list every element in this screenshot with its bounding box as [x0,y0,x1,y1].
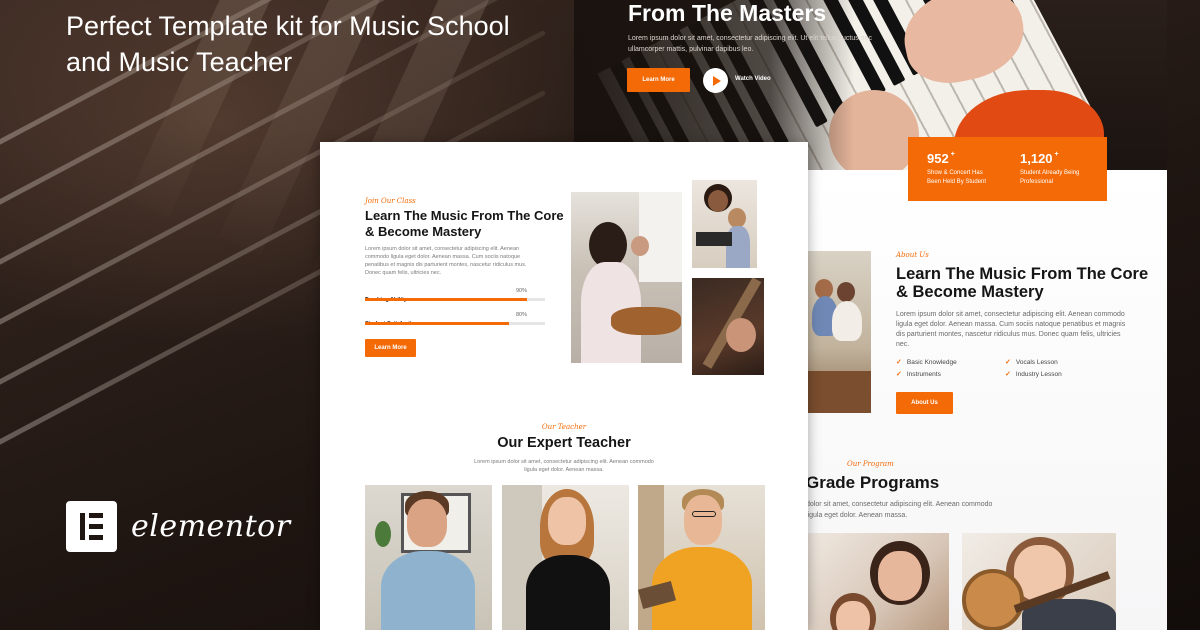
join-learn-more-button[interactable]: Learn More [365,339,416,357]
guitar-closeup-image [692,278,764,375]
feature-item: ✓ Industry Lesson [1005,370,1062,379]
program-title: Grade Programs [806,473,940,492]
program-description: dolor sit amet, consectetur adipiscing e… [806,501,993,519]
hero-learn-more-button[interactable]: Learn More [627,68,690,92]
watch-video-link[interactable]: Watch Video [735,76,771,82]
program-tag: Our Program [847,460,894,468]
join-description: Lorem ipsum dolor sit amet, consectetur … [365,246,527,276]
teacher-card[interactable] [638,485,765,630]
hero-title: From The Masters [628,0,827,26]
join-class-page-preview: Join Our Class Learn The Music From The … [320,142,808,630]
teachers-tag: Our Teacher [541,423,587,431]
students-image [808,251,871,413]
teachers-title: Our Expert Teacher [497,435,631,451]
hero-description: Lorem ipsum dolor sit amet, consectetur … [628,35,872,53]
check-icon: ✓ [1005,359,1011,366]
skill-bar: Teaching Ability 90% [365,288,545,306]
about-description: Lorem ipsum dolor sit amet, consectetur … [896,311,1126,348]
promo-headline: Perfect Template kit for Music School an… [66,11,510,77]
join-title: Learn The Music From The Core & Become M… [365,208,564,239]
elementor-logo-icon [66,501,117,552]
about-us-button[interactable]: About Us [896,392,953,414]
play-icon[interactable] [703,68,728,93]
feature-item: ✓ Basic Knowledge [896,358,957,367]
check-icon: ✓ [896,359,902,366]
check-icon: ✓ [1005,371,1011,378]
skill-bar-fill [365,322,509,325]
program-image-singing [808,533,949,630]
feature-item: ✓ Instruments [896,370,941,379]
join-tag: Join Our Class [365,197,416,205]
piano-lesson-image [692,180,757,268]
teacher-card[interactable] [502,485,629,630]
skill-bar-fill [365,298,527,301]
check-icon: ✓ [896,371,902,378]
elementor-brand: elementor [66,501,291,552]
teachers-description: Lorem ipsum dolor sit amet, consectetur … [474,459,654,473]
brand-name: elementor [131,509,291,544]
about-title: Learn The Music From The Core & Become M… [896,265,1149,301]
stats-card: 952 + Show & Concert Has Been Held By Stu… [908,137,1107,201]
stat-item: 952 + Show & Concert Has Been Held By Stu… [927,151,987,185]
program-image-guitar [962,533,1116,630]
about-tag: About Us [896,251,929,259]
skill-bar: Student Satisfaction 80% [365,312,545,330]
stat-item: 1,120 + Student Already Being Professiona… [1020,151,1080,185]
feature-item: ✓ Vocals Lesson [1005,358,1058,367]
about-page-preview: About Us Learn The Music From The Core &… [806,170,1167,630]
teacher-card[interactable] [365,485,492,630]
guitar-lesson-image [571,192,682,363]
